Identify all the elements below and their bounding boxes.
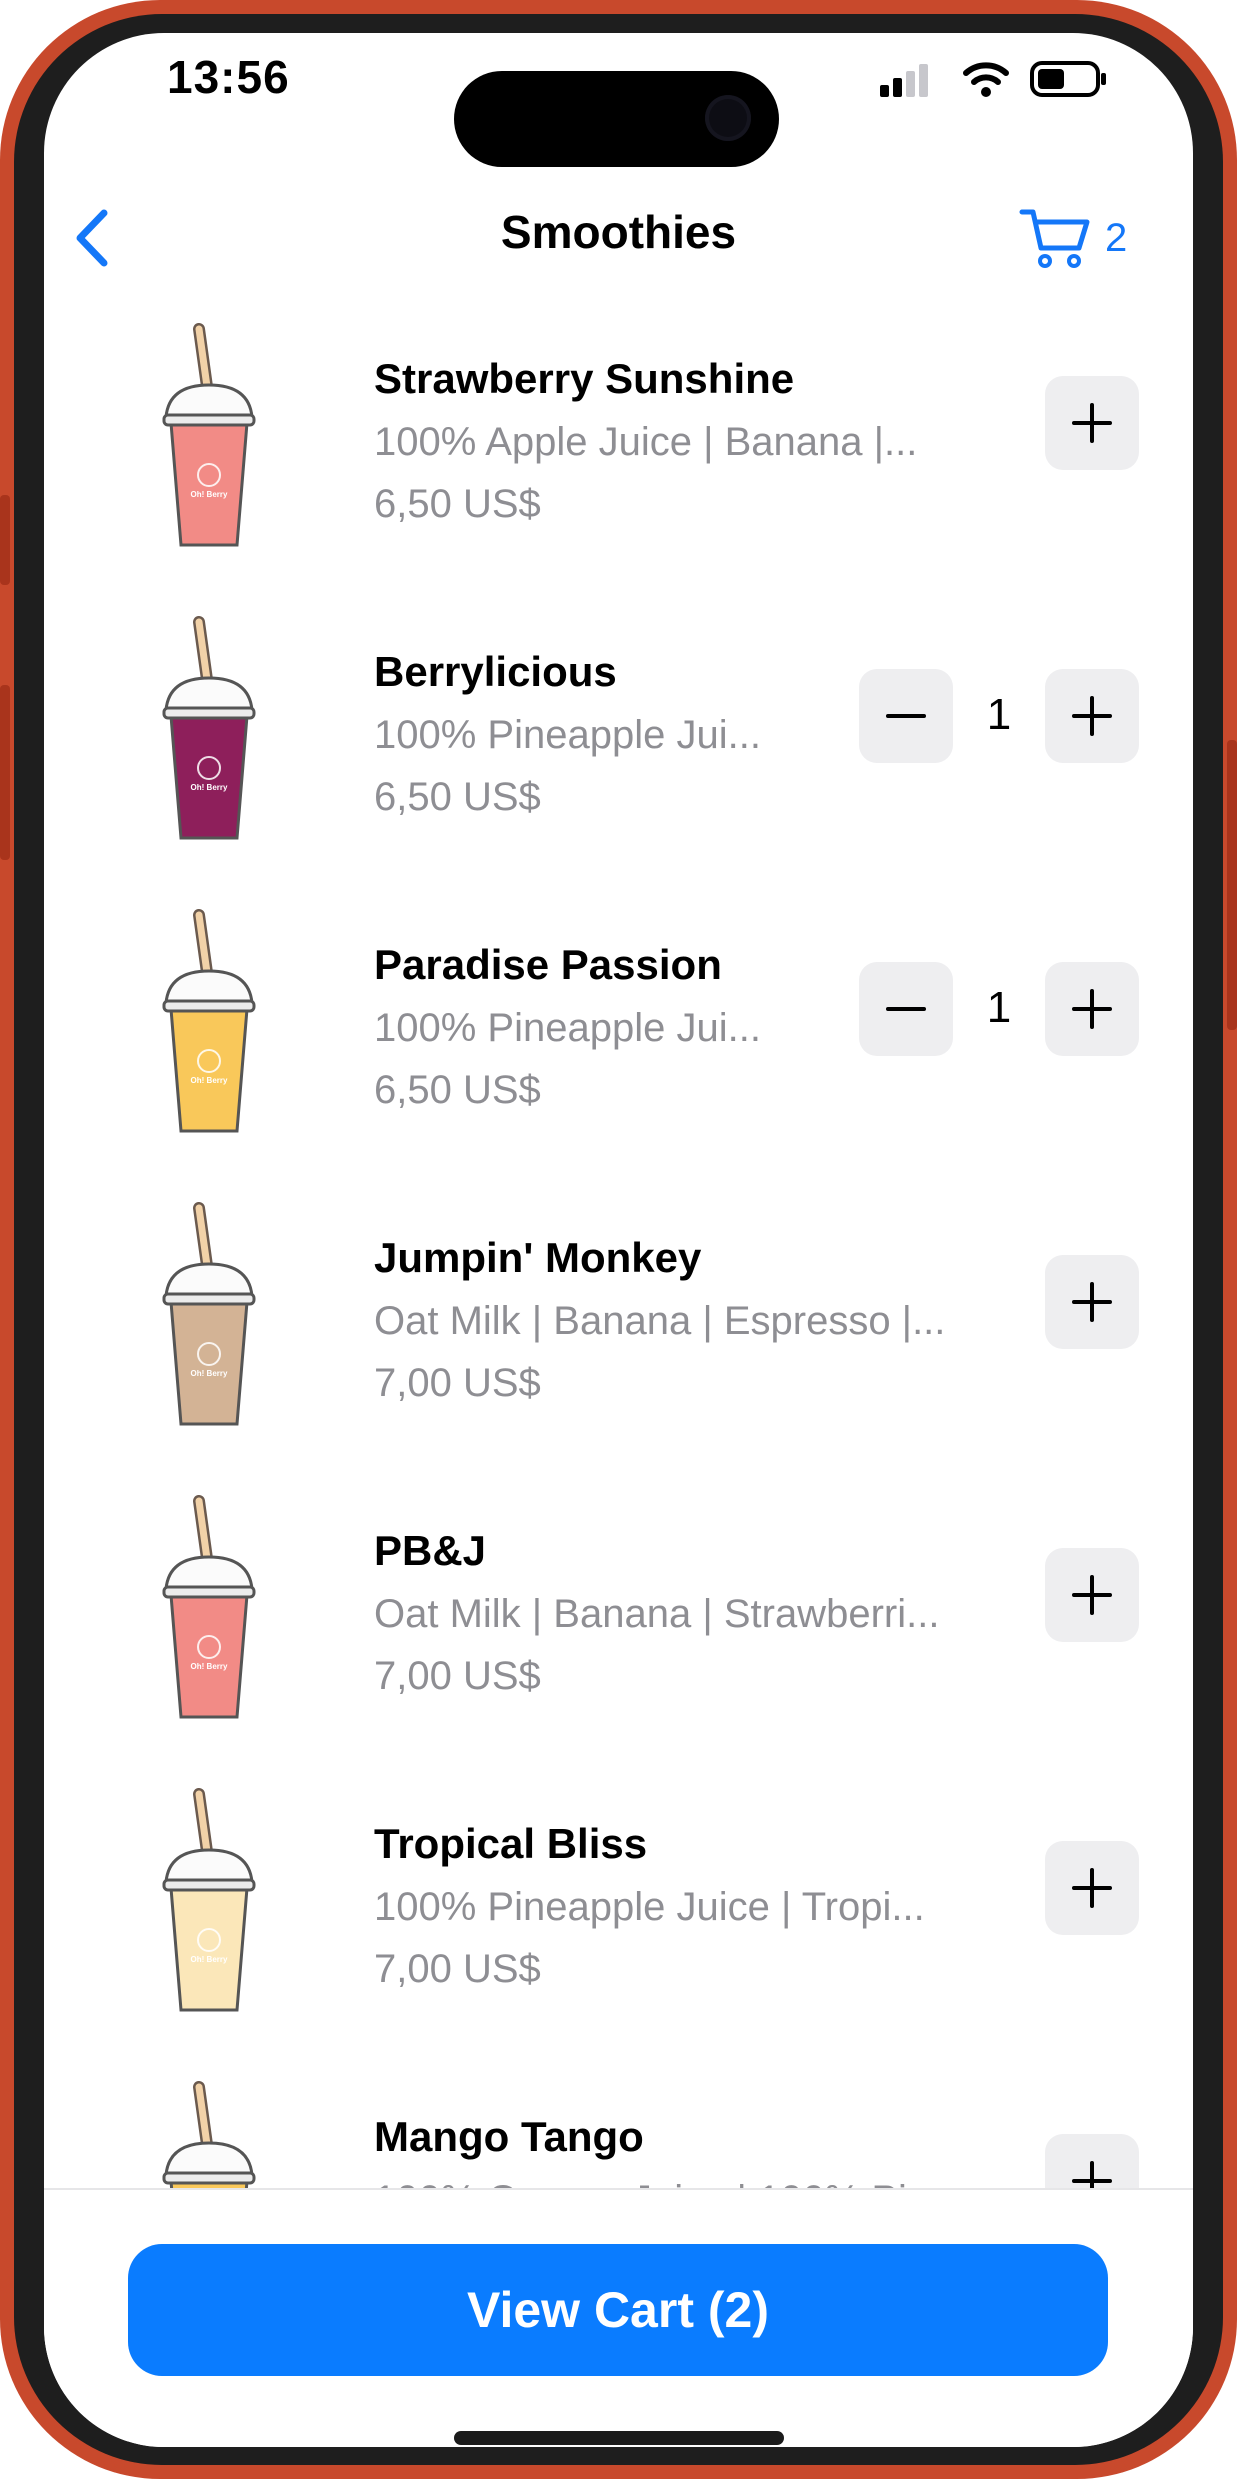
battery-icon	[1030, 61, 1106, 97]
screen: 13:56 Smoothies 2 Oh! Berry Strawberry S…	[44, 33, 1193, 2447]
cart-badge-count: 2	[1105, 215, 1128, 260]
minus-icon	[886, 714, 926, 718]
minus-icon	[886, 1007, 926, 1011]
add-button[interactable]	[1045, 376, 1139, 470]
item-price: 6,50 US$	[374, 482, 541, 526]
item-info: Strawberry Sunshine 100% Apple Juice | Ba…	[374, 353, 954, 529]
list-item: Oh! Berry Strawberry Sunshine 100% Apple J…	[44, 323, 1193, 616]
cup-label: Oh! Berry	[191, 783, 228, 792]
list-item: Oh! Berry Berrylicious 100% Pineapple Jui.…	[44, 616, 1193, 909]
bottom-bar: View Cart (2)	[44, 2190, 1193, 2447]
cart-icon	[1019, 209, 1090, 268]
add-button[interactable]	[1045, 962, 1139, 1056]
item-name: Tropical Bliss	[374, 1820, 648, 1867]
item-price: 7,00 US$	[374, 1947, 541, 1991]
action-button	[0, 495, 10, 585]
smoothie-cup-image: Oh! Berry	[162, 909, 256, 1133]
quantity-value: 1	[986, 690, 1012, 739]
plus-icon	[1072, 696, 1112, 736]
cup-label: Oh! Berry	[191, 1369, 228, 1378]
item-description: 100% Pineapple Juice | Tropi...	[374, 1885, 925, 1929]
list-item: Oh! Berry Jumpin' Monkey Oat Milk | Banana…	[44, 1202, 1193, 1495]
item-price: 7,00 US$	[374, 1361, 541, 1405]
cup-label: Oh! Berry	[191, 1955, 228, 1964]
item-price: 6,50 US$	[374, 775, 541, 819]
plus-icon	[1072, 1868, 1112, 1908]
wifi-icon	[963, 62, 1009, 97]
cup-label: Oh! Berry	[191, 1662, 228, 1671]
item-name: Jumpin' Monkey	[374, 1234, 702, 1281]
cellular-signal-icon	[880, 64, 928, 97]
home-indicator	[454, 2431, 784, 2445]
list-item: Oh! Berry Paradise Passion 100% Pineapple …	[44, 909, 1193, 1202]
device-frame: 13:56 Smoothies 2 Oh! Berry Strawberry S…	[0, 0, 1237, 2479]
plus-icon	[1072, 989, 1112, 1029]
plus-icon	[1072, 1575, 1112, 1615]
view-cart-button[interactable]: View Cart (2)	[128, 2244, 1108, 2376]
item-price: 6,50 US$	[374, 1068, 541, 1112]
item-name: PB&J	[374, 1527, 487, 1574]
item-info: Tropical Bliss 100% Pineapple Juice | Tro…	[374, 1818, 954, 1994]
cup-label: Oh! Berry	[191, 1076, 228, 1085]
status-bar: 13:56	[44, 33, 1193, 167]
navigation-bar: Smoothies 2	[44, 183, 1193, 293]
item-name: Mango Tango	[374, 2113, 644, 2160]
smoothie-cup-image: Oh! Berry	[162, 1788, 256, 2012]
decrease-button[interactable]	[859, 962, 953, 1056]
list-item: Oh! Berry PB&J Oat Milk | Banana | Strawbe…	[44, 1495, 1193, 1788]
item-description: Oat Milk | Banana | Espresso |...	[374, 1299, 946, 1343]
smoothie-cup-image: Oh! Berry	[162, 1202, 256, 1426]
camera-icon	[705, 95, 751, 141]
item-name: Strawberry Sunshine	[374, 355, 795, 402]
add-button[interactable]	[1045, 1548, 1139, 1642]
decrease-button[interactable]	[859, 669, 953, 763]
cup-label: Oh! Berry	[191, 490, 228, 499]
volume-button	[0, 685, 10, 860]
item-info: PB&J Oat Milk | Banana | Strawberri... 7,0…	[374, 1525, 954, 1701]
plus-icon	[1072, 403, 1112, 443]
cart-nav-button[interactable]: 2	[1019, 198, 1127, 278]
smoothie-cup-image: Oh! Berry	[162, 616, 256, 840]
smoothie-list: Oh! Berry Strawberry Sunshine 100% Apple J…	[44, 323, 1193, 2219]
item-description: 100% Apple Juice | Banana |...	[374, 420, 918, 464]
plus-icon	[1072, 1282, 1112, 1322]
list-item: Oh! Berry Tropical Bliss 100% Pineapple Ju…	[44, 1788, 1193, 2081]
add-button[interactable]	[1045, 1255, 1139, 1349]
quantity-value: 1	[986, 983, 1012, 1032]
add-button[interactable]	[1045, 1841, 1139, 1935]
item-description: Oat Milk | Banana | Strawberri...	[374, 1592, 940, 1636]
power-button	[1227, 740, 1237, 1030]
smoothie-cup-image: Oh! Berry	[162, 323, 256, 547]
smoothie-cup-image: Oh! Berry	[162, 1495, 256, 1719]
item-price: 7,00 US$	[374, 1654, 541, 1698]
add-button[interactable]	[1045, 669, 1139, 763]
dynamic-island	[454, 71, 779, 167]
status-time: 13:56	[167, 51, 290, 103]
item-info: Jumpin' Monkey Oat Milk | Banana | Espres…	[374, 1232, 954, 1408]
